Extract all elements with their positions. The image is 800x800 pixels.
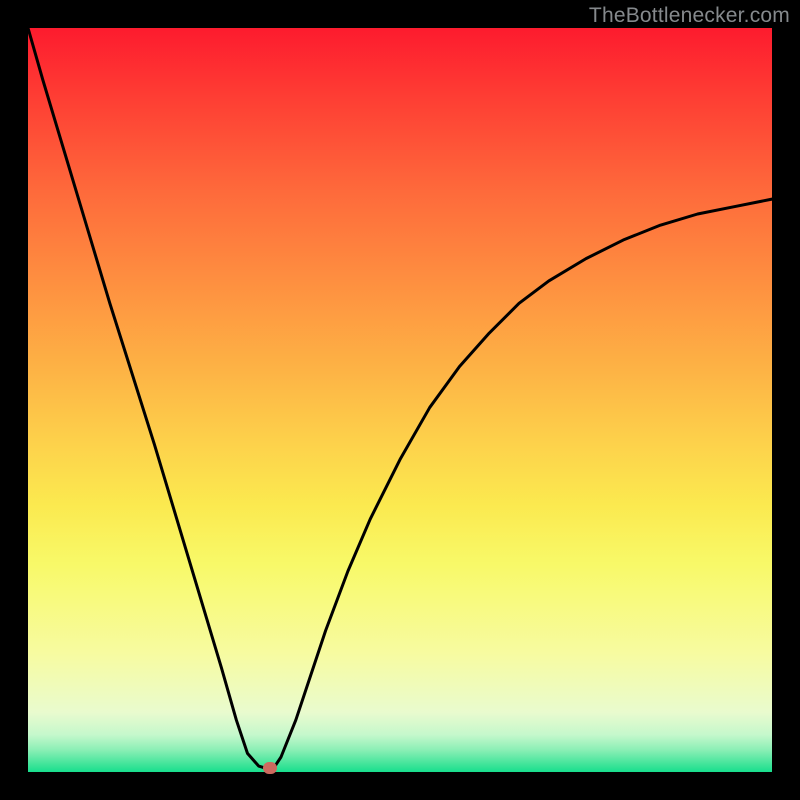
chart-frame: TheBottlenecker.com: [0, 0, 800, 800]
bottleneck-curve: [28, 28, 772, 772]
watermark-text: TheBottlenecker.com: [589, 4, 790, 28]
optimum-marker: [263, 762, 277, 774]
plot-area: [28, 28, 772, 772]
